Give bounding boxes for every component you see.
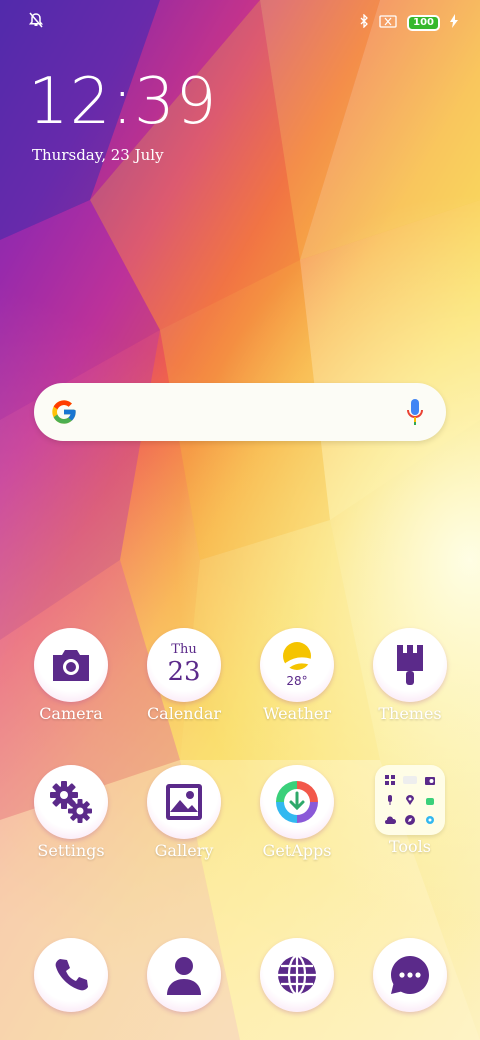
scanner-icon	[421, 811, 439, 829]
no-sim-icon	[379, 13, 397, 32]
calendar-day: Thu	[171, 642, 197, 657]
bluetooth-icon	[359, 13, 369, 32]
clock-time[interactable]: 12:39	[28, 66, 217, 138]
app-label: Tools	[388, 837, 432, 856]
weather-temperature: 28°	[286, 674, 308, 688]
microphone-icon[interactable]	[406, 398, 424, 430]
camera-icon	[34, 628, 108, 702]
app-label: Themes	[378, 704, 442, 723]
dock-messages[interactable]	[353, 938, 467, 1012]
app-gallery[interactable]: Gallery	[127, 765, 241, 860]
calendar-date: 23	[167, 657, 201, 687]
weather-sun-icon: 28°	[260, 628, 334, 702]
clock-date[interactable]: Thursday, 23 July	[32, 146, 164, 164]
dock-phone[interactable]	[14, 938, 128, 1012]
image-icon	[147, 765, 221, 839]
google-g-icon	[50, 398, 78, 430]
calendar-icon: Thu 23	[147, 628, 221, 702]
status-bar: 100	[0, 10, 480, 34]
browser-globe-icon	[260, 938, 334, 1012]
charging-bolt-icon	[450, 13, 458, 32]
compass-icon	[401, 811, 419, 829]
cloud-icon	[381, 811, 399, 829]
recorder-icon	[381, 791, 399, 809]
folder-icon	[375, 765, 445, 835]
paintbrush-icon	[373, 628, 447, 702]
contacts-icon	[147, 938, 221, 1012]
dock-browser[interactable]	[240, 938, 354, 1012]
radio-icon	[421, 771, 439, 789]
grid-icon	[381, 771, 399, 789]
app-weather[interactable]: 28° Weather	[240, 628, 354, 723]
location-icon	[401, 791, 419, 809]
app-camera[interactable]: Camera	[14, 628, 128, 723]
battery-indicator: 100	[407, 14, 440, 31]
app-label: Settings	[37, 841, 105, 860]
alarm-off-icon	[28, 12, 44, 32]
app-tools-folder[interactable]: Tools	[353, 765, 467, 856]
app-settings[interactable]: Settings	[14, 765, 128, 860]
android-icon	[421, 791, 439, 809]
messages-icon	[373, 938, 447, 1012]
clock-widget-icon	[401, 771, 419, 789]
google-search-bar[interactable]	[34, 383, 446, 441]
app-themes[interactable]: Themes	[353, 628, 467, 723]
dock-contacts[interactable]	[127, 938, 241, 1012]
app-getapps[interactable]: GetApps	[240, 765, 354, 860]
gears-icon	[34, 765, 108, 839]
app-label: Calendar	[146, 704, 222, 723]
app-label: Gallery	[154, 841, 214, 860]
app-label: Camera	[39, 704, 103, 723]
phone-icon	[34, 938, 108, 1012]
app-label: Weather	[263, 704, 331, 723]
getapps-icon	[260, 765, 334, 839]
app-label: GetApps	[262, 841, 332, 860]
app-calendar[interactable]: Thu 23 Calendar	[127, 628, 241, 723]
